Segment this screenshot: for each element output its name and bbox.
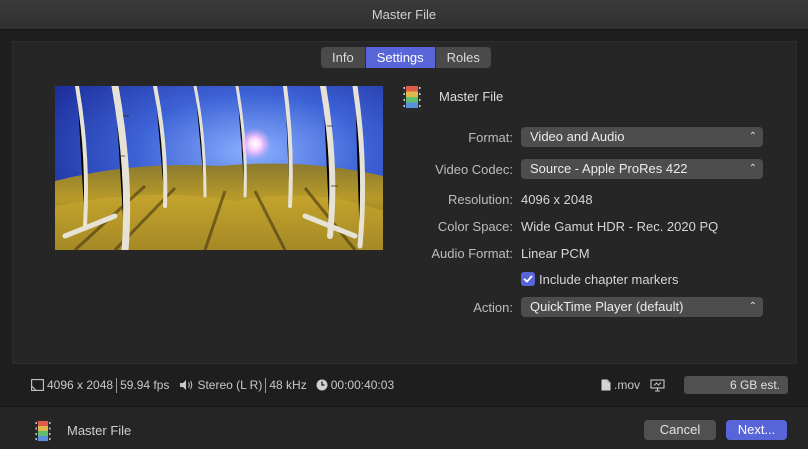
status-sample-rate: 48 kHz xyxy=(269,378,307,392)
output-extension: .mov xyxy=(614,378,641,392)
checkmark-icon xyxy=(523,275,533,283)
tab-bar: Info Settings Roles xyxy=(321,47,491,68)
film-strip-icon xyxy=(403,85,421,109)
color-space-label: Color Space: xyxy=(437,219,513,234)
divider xyxy=(116,377,118,393)
frame-size-icon xyxy=(31,379,44,391)
resolution-label: Resolution: xyxy=(447,192,513,207)
window-title: Master File xyxy=(0,0,808,30)
audio-format-value: Linear PCM xyxy=(521,246,590,261)
chapter-markers-option[interactable]: Include chapter markers xyxy=(521,271,678,287)
action-select[interactable]: QuickTime Player (default) ⌃︎ xyxy=(521,297,763,317)
size-estimate: 6 GB est. xyxy=(684,376,788,394)
clock-icon xyxy=(316,379,328,391)
status-output: .mov xyxy=(601,375,665,395)
tab-roles[interactable]: Roles xyxy=(436,47,491,68)
video-codec-select[interactable]: Source - Apple ProRes 422 ⌃︎ xyxy=(521,159,763,179)
cancel-button[interactable]: Cancel xyxy=(644,420,716,440)
updown-chevron-icon: ⌃︎ xyxy=(748,301,757,312)
format-value: Video and Audio xyxy=(530,129,625,144)
file-name: Master File xyxy=(439,89,504,104)
status-fps: 59.94 fps xyxy=(120,378,170,392)
status-audio-channels: Stereo (L R) xyxy=(197,378,263,392)
status-resolution: 4096 x 2048 xyxy=(47,378,114,392)
next-button[interactable]: Next... xyxy=(726,420,787,440)
color-space-value: Wide Gamut HDR - Rec. 2020 PQ xyxy=(521,219,719,234)
action-label: Action: xyxy=(473,300,513,315)
chapter-markers-label: Include chapter markers xyxy=(539,271,679,287)
preview-thumbnail xyxy=(55,86,383,250)
video-codec-label: Video Codec: xyxy=(435,162,513,177)
status-bar: 4096 x 2048 59.94 fps Stereo (L R) 48 kH… xyxy=(31,375,394,395)
tab-info[interactable]: Info xyxy=(321,47,366,68)
divider xyxy=(265,377,267,393)
chapter-markers-checkbox[interactable] xyxy=(521,272,535,286)
display-icon[interactable] xyxy=(650,378,665,392)
speaker-icon xyxy=(180,380,193,390)
format-select[interactable]: Video and Audio ⌃︎ xyxy=(521,127,763,147)
action-value: QuickTime Player (default) xyxy=(530,299,684,314)
footer-file-name: Master File xyxy=(67,423,132,438)
document-icon xyxy=(601,379,611,391)
audio-format-label: Audio Format: xyxy=(431,246,513,261)
updown-chevron-icon: ⌃︎ xyxy=(748,131,757,142)
film-strip-icon xyxy=(35,420,51,442)
tab-settings[interactable]: Settings xyxy=(365,47,436,68)
video-codec-value: Source - Apple ProRes 422 xyxy=(530,161,688,176)
footer-bar: Master File Cancel Next... xyxy=(0,406,808,449)
format-label: Format: xyxy=(468,130,513,145)
resolution-value: 4096 x 2048 xyxy=(521,192,593,207)
updown-chevron-icon: ⌃︎ xyxy=(748,163,757,174)
status-duration: 00:00:40:03 xyxy=(330,378,395,392)
